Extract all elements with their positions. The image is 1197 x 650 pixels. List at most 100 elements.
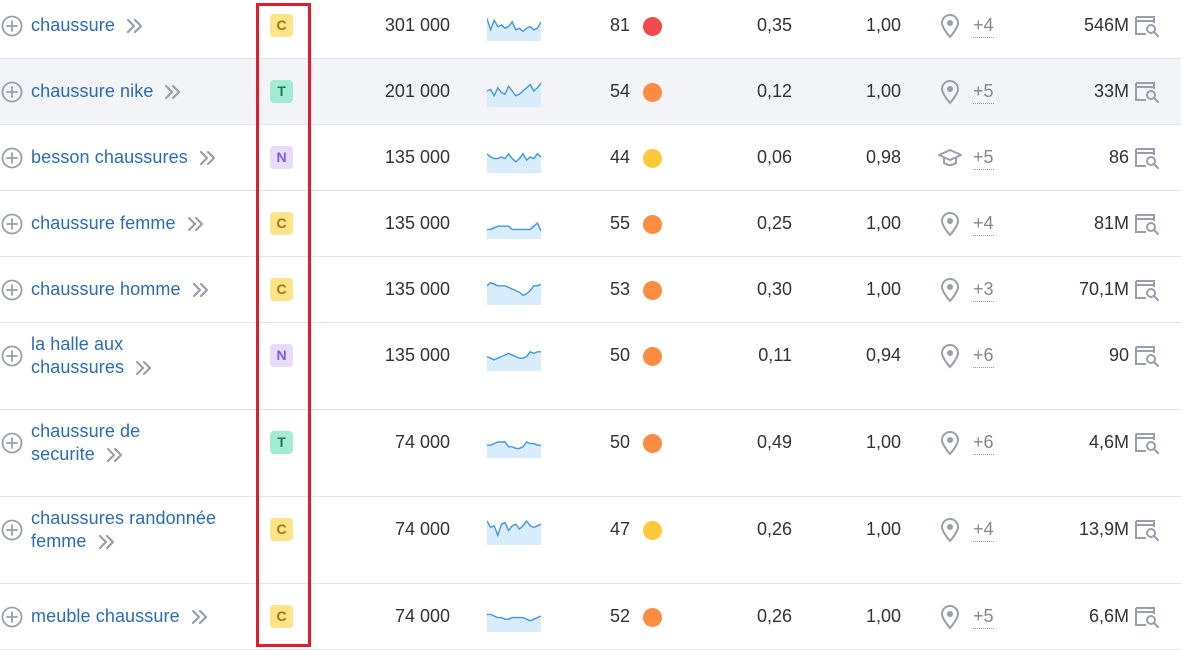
keyword-text-line: securite <box>31 443 251 466</box>
view-serp-icon[interactable] <box>1134 519 1160 541</box>
table-row: chaussure homme C 135 000 53 0,30 1,00 +3 70,1M <box>0 257 1181 323</box>
keyword-difficulty: 47 <box>609 519 630 539</box>
chevrons-right-icon[interactable] <box>97 534 117 550</box>
add-keyword-icon[interactable] <box>1 345 23 367</box>
serp-features-more[interactable]: +3 <box>973 278 994 302</box>
competition-value: 0,94 <box>865 345 901 365</box>
cpc-value: 0,26 <box>756 606 792 626</box>
chevrons-right-icon[interactable] <box>125 18 145 34</box>
competition-value: 1,00 <box>865 15 901 35</box>
competition-value: 1,00 <box>865 519 901 539</box>
trend-sparkline <box>487 613 541 632</box>
cpc-value: 0,30 <box>756 279 792 299</box>
keyword-text-line: chaussures randonnée <box>31 508 217 528</box>
view-serp-icon[interactable] <box>1134 606 1160 628</box>
view-serp-icon[interactable] <box>1134 15 1160 37</box>
serp-features-more[interactable]: +4 <box>973 14 994 38</box>
keyword-link[interactable]: chaussure homme <box>31 278 251 301</box>
keyword-difficulty: 44 <box>609 147 630 167</box>
table-row: chaussure nike T 201 000 54 0,12 1,00 +5 33M <box>0 59 1181 125</box>
keyword-link[interactable]: chaussure nike <box>31 80 251 103</box>
keyword-text-line: la halle aux <box>31 334 124 354</box>
serp-features-more[interactable]: +4 <box>973 212 994 236</box>
search-volume: 74 000 <box>394 606 450 626</box>
competition-value: 1,00 <box>865 81 901 101</box>
chevrons-right-icon[interactable] <box>198 150 218 166</box>
kd-indicator-dot <box>643 434 662 453</box>
chevrons-right-icon[interactable] <box>163 84 183 100</box>
keyword-text: chaussure homme <box>31 279 181 299</box>
keyword-link[interactable]: chaussure femme <box>31 212 251 235</box>
table-row: chaussure femme C 135 000 55 0,25 1,00 +4 81M <box>0 191 1181 257</box>
intent-column-highlight <box>256 3 311 647</box>
competition-value: 1,00 <box>865 432 901 452</box>
add-keyword-icon[interactable] <box>1 279 23 301</box>
add-keyword-icon[interactable] <box>1 606 23 628</box>
trend-sparkline <box>487 18 541 41</box>
keyword-link[interactable]: besson chaussures <box>31 146 251 169</box>
keyword-text: besson chaussures <box>31 147 188 167</box>
serp-features-more[interactable]: +4 <box>973 518 994 542</box>
trend-sparkline <box>487 281 541 305</box>
add-keyword-icon[interactable] <box>1 519 23 541</box>
results-count: 546M <box>1083 15 1129 35</box>
search-volume: 301 000 <box>384 15 450 35</box>
kd-indicator-dot <box>643 281 662 300</box>
chevrons-right-icon[interactable] <box>105 447 125 463</box>
keyword-link[interactable]: chaussures randonnée femme <box>31 507 251 553</box>
serp-features-more[interactable]: +5 <box>973 146 994 170</box>
table-row: chaussure de securite T 74 000 50 0,49 1,00 +6 4… <box>0 410 1181 497</box>
competition-value: 1,00 <box>865 606 901 626</box>
results-count: 33M <box>1093 81 1129 101</box>
kd-indicator-dot <box>643 17 662 36</box>
search-volume: 135 000 <box>384 213 450 233</box>
chevrons-right-icon[interactable] <box>190 609 210 625</box>
view-serp-icon[interactable] <box>1134 81 1160 103</box>
chevrons-right-icon[interactable] <box>186 216 206 232</box>
add-keyword-icon[interactable] <box>1 15 23 37</box>
location-pin-icon <box>940 431 960 456</box>
view-serp-icon[interactable] <box>1134 345 1160 367</box>
kd-indicator-dot <box>643 347 662 366</box>
add-keyword-icon[interactable] <box>1 147 23 169</box>
serp-features-more[interactable]: +5 <box>973 605 994 629</box>
trend-area <box>487 223 541 239</box>
keyword-link[interactable]: la halle aux chaussures <box>31 333 251 379</box>
view-serp-icon[interactable] <box>1134 432 1160 454</box>
table-row: chaussures randonnée femme C 74 000 47 0,26 1,… <box>0 497 1181 584</box>
view-serp-icon[interactable] <box>1134 279 1160 301</box>
view-serp-icon[interactable] <box>1134 147 1160 169</box>
results-count: 90 <box>1108 345 1129 365</box>
serp-features-more[interactable]: +6 <box>973 431 994 455</box>
keyword-link[interactable]: meuble chaussure <box>31 605 251 628</box>
keyword-text: meuble chaussure <box>31 606 180 626</box>
cpc-value: 0,25 <box>756 213 792 233</box>
cpc-value: 0,11 <box>758 345 792 365</box>
keyword-link[interactable]: chaussure <box>31 14 251 37</box>
location-pin-icon <box>940 14 960 39</box>
kd-indicator-dot <box>643 83 662 102</box>
keyword-difficulty: 50 <box>609 432 630 452</box>
serp-features-more[interactable]: +5 <box>973 80 994 104</box>
competition-value: 0,98 <box>865 147 901 167</box>
chevrons-right-icon[interactable] <box>191 282 211 298</box>
trend-sparkline <box>487 519 541 545</box>
keyword-difficulty: 55 <box>609 213 630 233</box>
add-keyword-icon[interactable] <box>1 213 23 235</box>
graduation-cap-icon <box>938 149 962 166</box>
results-count: 6,6M <box>1088 606 1129 626</box>
trend-area <box>487 153 541 173</box>
view-serp-icon[interactable] <box>1134 213 1160 235</box>
serp-features-more[interactable]: +6 <box>973 344 994 368</box>
keyword-link[interactable]: chaussure de securite <box>31 420 251 466</box>
add-keyword-icon[interactable] <box>1 81 23 103</box>
search-volume: 135 000 <box>384 147 450 167</box>
search-volume: 74 000 <box>394 432 450 452</box>
keyword-text-line: chaussure de <box>31 421 141 441</box>
search-volume: 201 000 <box>384 81 450 101</box>
competition-value: 1,00 <box>865 279 901 299</box>
search-volume: 135 000 <box>384 345 450 365</box>
chevrons-right-icon[interactable] <box>134 360 154 376</box>
add-keyword-icon[interactable] <box>1 432 23 454</box>
results-count: 81M <box>1093 213 1129 233</box>
